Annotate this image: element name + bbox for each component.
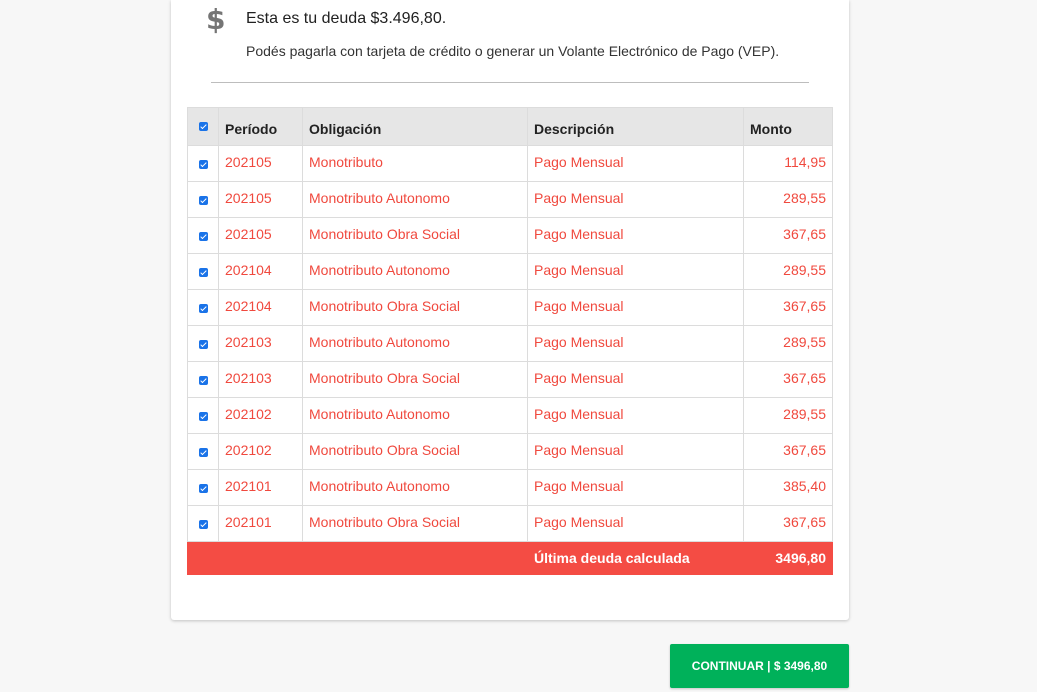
table-row: 202103 Monotributo Autonomo Pago Mensual 28… xyxy=(187,325,833,362)
row-checkbox[interactable] xyxy=(198,232,208,241)
debt-title: Esta es tu deuda $3.496,80. xyxy=(246,10,447,27)
cell-period: 202105 xyxy=(218,217,303,254)
cell-amount: 367,65 xyxy=(743,361,833,398)
cell-description: Pago Mensual xyxy=(527,397,744,434)
column-header-description: Descripción xyxy=(527,107,744,146)
cell-period: 202104 xyxy=(218,289,303,326)
table-header-row: Período Obligación Descripción Monto xyxy=(187,107,833,146)
cell-amount: 367,65 xyxy=(743,217,833,254)
row-checkbox-cell xyxy=(187,289,219,326)
cell-description: Pago Mensual xyxy=(527,325,744,362)
row-checkbox-cell xyxy=(187,325,219,362)
cell-obligation: Monotributo xyxy=(302,145,528,182)
cell-period: 202103 xyxy=(218,325,303,362)
cell-amount: 367,65 xyxy=(743,289,833,326)
cell-description: Pago Mensual xyxy=(527,469,744,506)
table-row: 202103 Monotributo Obra Social Pago Mensua… xyxy=(187,361,833,398)
row-checkbox[interactable] xyxy=(198,412,208,421)
cell-amount: 114,95 xyxy=(743,145,833,182)
column-header-obligation: Obligación xyxy=(302,107,528,146)
cell-description: Pago Mensual xyxy=(527,505,744,542)
table-row: 202104 Monotributo Obra Social Pago Mensua… xyxy=(187,289,833,326)
row-checkbox[interactable] xyxy=(198,448,208,457)
divider xyxy=(211,82,809,83)
total-label: Última deuda calculada xyxy=(527,541,744,575)
cell-description: Pago Mensual xyxy=(527,433,744,470)
table-body: 202105 Monotributo Pago Mensual 114,95 20210… xyxy=(187,145,833,542)
cell-obligation: Monotributo Obra Social xyxy=(302,505,528,542)
row-checkbox[interactable] xyxy=(198,340,208,349)
select-all-cell xyxy=(187,107,219,146)
cell-period: 202105 xyxy=(218,145,303,182)
cell-period: 202102 xyxy=(218,433,303,470)
cell-period: 202104 xyxy=(218,253,303,290)
cell-period: 202101 xyxy=(218,505,303,542)
cell-period: 202105 xyxy=(218,181,303,218)
table-row: 202105 Monotributo Obra Social Pago Mensua… xyxy=(187,217,833,254)
row-checkbox-cell xyxy=(187,397,219,434)
debt-card: $ Esta es tu deuda $3.496,80. Podés paga… xyxy=(171,0,849,620)
row-checkbox[interactable] xyxy=(198,304,208,313)
cell-description: Pago Mensual xyxy=(527,361,744,398)
row-checkbox-cell xyxy=(187,361,219,398)
row-checkbox-cell xyxy=(187,505,219,542)
cell-amount: 367,65 xyxy=(743,433,833,470)
table-row: 202104 Monotributo Autonomo Pago Mensual 28… xyxy=(187,253,833,290)
cell-description: Pago Mensual xyxy=(527,289,744,326)
cell-amount: 289,55 xyxy=(743,397,833,434)
cell-amount: 385,40 xyxy=(743,469,833,506)
cell-amount: 367,65 xyxy=(743,505,833,542)
cell-obligation: Monotributo Autonomo xyxy=(302,253,528,290)
debt-table: Período Obligación Descripción Monto 202… xyxy=(187,107,833,575)
row-checkbox[interactable] xyxy=(198,196,208,205)
cell-obligation: Monotributo Obra Social xyxy=(302,361,528,398)
cell-description: Pago Mensual xyxy=(527,181,744,218)
cell-obligation: Monotributo Obra Social xyxy=(302,433,528,470)
row-checkbox[interactable] xyxy=(198,268,208,277)
row-checkbox-cell xyxy=(187,217,219,254)
cell-obligation: Monotributo Autonomo xyxy=(302,397,528,434)
cell-obligation: Monotributo Autonomo xyxy=(302,181,528,218)
select-all-checkbox[interactable] xyxy=(198,122,208,131)
cell-description: Pago Mensual xyxy=(527,217,744,254)
cell-obligation: Monotributo Obra Social xyxy=(302,217,528,254)
row-checkbox-cell xyxy=(187,145,219,182)
cell-description: Pago Mensual xyxy=(527,145,744,182)
row-checkbox-cell xyxy=(187,433,219,470)
cell-amount: 289,55 xyxy=(743,253,833,290)
cell-obligation: Monotributo Autonomo xyxy=(302,469,528,506)
continue-button[interactable]: CONTINUAR | $ 3496,80 xyxy=(670,644,849,688)
total-row: Última deuda calculada 3496,80 xyxy=(187,541,833,575)
table-row: 202105 Monotributo Autonomo Pago Mensual 28… xyxy=(187,181,833,218)
column-header-period: Período xyxy=(218,107,303,146)
cell-period: 202103 xyxy=(218,361,303,398)
table-row: 202101 Monotributo Obra Social Pago Mensua… xyxy=(187,505,833,542)
column-header-amount: Monto xyxy=(743,107,833,146)
dollar-icon: $ xyxy=(206,3,226,36)
row-checkbox[interactable] xyxy=(198,376,208,385)
total-amount: 3496,80 xyxy=(743,541,833,575)
row-checkbox-cell xyxy=(187,469,219,506)
cell-period: 202102 xyxy=(218,397,303,434)
cell-period: 202101 xyxy=(218,469,303,506)
table-row: 202102 Monotributo Autonomo Pago Mensual 28… xyxy=(187,397,833,434)
table-row: 202105 Monotributo Pago Mensual 114,95 xyxy=(187,145,833,182)
cell-obligation: Monotributo Obra Social xyxy=(302,289,528,326)
debt-subtitle: Podés pagarla con tarjeta de crédito o g… xyxy=(246,43,780,59)
cell-obligation: Monotributo Autonomo xyxy=(302,325,528,362)
cell-amount: 289,55 xyxy=(743,325,833,362)
cell-amount: 289,55 xyxy=(743,181,833,218)
row-checkbox-cell xyxy=(187,181,219,218)
cell-description: Pago Mensual xyxy=(527,253,744,290)
row-checkbox[interactable] xyxy=(198,160,208,169)
row-checkbox[interactable] xyxy=(198,520,208,529)
table-row: 202101 Monotributo Autonomo Pago Mensual 38… xyxy=(187,469,833,506)
row-checkbox-cell xyxy=(187,253,219,290)
total-row-spacer xyxy=(187,541,528,575)
table-row: 202102 Monotributo Obra Social Pago Mensua… xyxy=(187,433,833,470)
row-checkbox[interactable] xyxy=(198,484,208,493)
